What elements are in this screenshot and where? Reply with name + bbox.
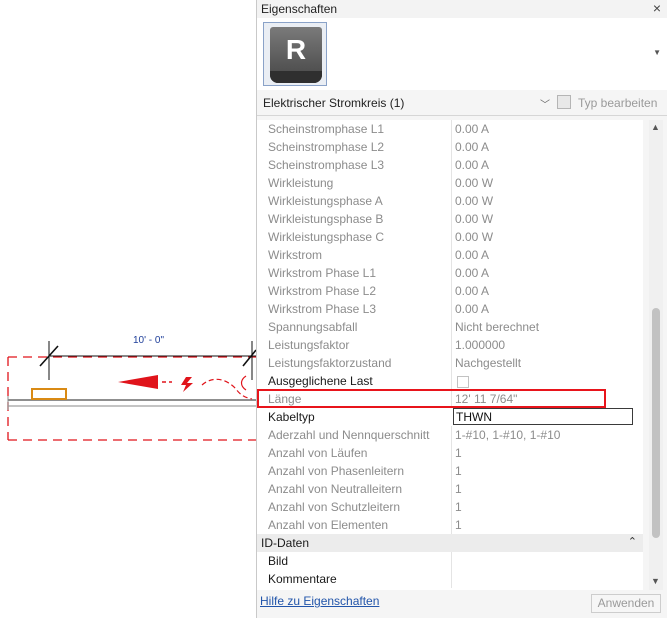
- property-grid: Scheinstromphase L1 0.00 A Scheinstrompha…: [257, 120, 643, 590]
- properties-palette: Eigenschaften × R ▼ Elektrischer Stromkr…: [256, 0, 667, 618]
- edit-type-icon: [557, 95, 571, 109]
- property-row[interactable]: Anzahl von Schutzleitern 1: [257, 498, 643, 516]
- dropdown-arrow-icon[interactable]: ▼: [653, 48, 661, 57]
- property-row[interactable]: Wirkstrom Phase L3 0.00 A: [257, 300, 643, 318]
- element-filter-dropdown[interactable]: Elektrischer Stromkreis (1): [263, 96, 404, 110]
- property-row[interactable]: Wirkstrom Phase L1 0.00 A: [257, 264, 643, 282]
- help-link[interactable]: Hilfe zu Eigenschaften: [260, 594, 379, 608]
- property-row[interactable]: Anzahl von Elementen 1: [257, 516, 643, 534]
- property-row[interactable]: Wirkleistungsphase B 0.00 W: [257, 210, 643, 228]
- revit-family-icon: R: [263, 22, 327, 86]
- property-row[interactable]: Anzahl von Neutralleitern 1: [257, 480, 643, 498]
- property-row[interactable]: Leistungsfaktorzustand Nachgestellt: [257, 354, 643, 372]
- property-row[interactable]: Scheinstromphase L3 0.00 A: [257, 156, 643, 174]
- close-icon[interactable]: ×: [653, 0, 661, 16]
- home-run-arrow: [118, 375, 158, 389]
- apply-button[interactable]: Anwenden: [591, 594, 661, 613]
- type-selector-preview[interactable]: R ▼: [257, 18, 667, 90]
- group-header-id-daten[interactable]: ID-Daten ⌃: [257, 534, 643, 552]
- property-row[interactable]: Anzahl von Phasenleitern 1: [257, 462, 643, 480]
- property-row[interactable]: Wirkstrom 0.00 A: [257, 246, 643, 264]
- property-row-kommentare[interactable]: Kommentare: [257, 570, 643, 588]
- scroll-down-icon[interactable]: ▼: [651, 576, 660, 586]
- property-row-ausgeglichene-last[interactable]: Ausgeglichene Last: [257, 372, 643, 390]
- property-scrollbar[interactable]: ▲ ▼: [649, 120, 663, 590]
- scrollbar-thumb[interactable]: [652, 308, 660, 538]
- scroll-up-icon[interactable]: ▲: [651, 122, 660, 132]
- lighting-fixture: [31, 388, 67, 400]
- property-row[interactable]: Scheinstromphase L1 0.00 A: [257, 120, 643, 138]
- dimension-tick-right: [242, 349, 256, 367]
- lightning-icon: [181, 377, 193, 392]
- property-row[interactable]: Wirkleistungsphase C 0.00 W: [257, 228, 643, 246]
- wire-type-field[interactable]: THWN: [453, 408, 633, 425]
- dimension-label[interactable]: 10' - 0": [133, 335, 164, 346]
- panel-footer: Hilfe zu Eigenschaften Anwenden: [257, 590, 667, 618]
- instance-filter-row: Elektrischer Stromkreis (1) ﹀ Typ bearbe…: [257, 91, 667, 116]
- drawing-canvas[interactable]: 10' - 0": [0, 0, 256, 618]
- balanced-load-checkbox[interactable]: [457, 376, 469, 388]
- edit-type-label: Typ bearbeiten: [578, 96, 658, 110]
- property-row[interactable]: Wirkstrom Phase L2 0.00 A: [257, 282, 643, 300]
- panel-titlebar[interactable]: Eigenschaften ×: [257, 0, 667, 19]
- property-row[interactable]: Wirkleistungsphase A 0.00 W: [257, 192, 643, 210]
- chevron-down-icon[interactable]: ﹀: [540, 96, 550, 111]
- property-row-bild[interactable]: Bild: [257, 552, 643, 570]
- property-row[interactable]: Wirkleistung 0.00 W: [257, 174, 643, 192]
- circuit-drawing: [7, 341, 256, 441]
- wire-end-curve: [240, 375, 247, 391]
- property-row[interactable]: Scheinstromphase L2 0.00 A: [257, 138, 643, 156]
- collapse-group-icon[interactable]: ⌃: [628, 535, 637, 548]
- property-row[interactable]: Anzahl von Läufen 1: [257, 444, 643, 462]
- property-row[interactable]: Spannungsabfall Nicht berechnet: [257, 318, 643, 336]
- property-row[interactable]: Aderzahl und Nennquerschnitt 1-#10, 1-#10…: [257, 426, 643, 444]
- property-row[interactable]: Leistungsfaktor 1.000000: [257, 336, 643, 354]
- highlight-annotation: [257, 389, 606, 408]
- panel-title: Eigenschaften: [261, 2, 338, 16]
- property-row-kabeltyp[interactable]: Kabeltyp THWN: [257, 408, 643, 426]
